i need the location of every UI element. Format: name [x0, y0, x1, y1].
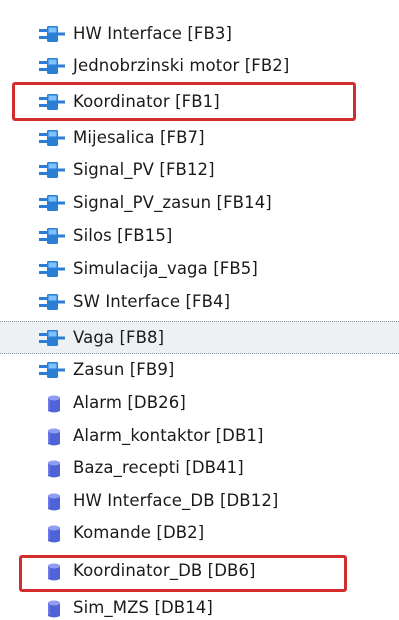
tree-item-baza-recepti-db41[interactable]: Baza_recepti [DB41] — [0, 452, 399, 484]
tree-item-label: Koordinator [FB1] — [73, 92, 220, 111]
data-block-icon — [38, 524, 66, 543]
tree-item-hw-interface-fb3[interactable]: HW Interface [FB3] — [0, 18, 399, 50]
function-block-icon — [38, 25, 66, 43]
tree-item-silos-fb15[interactable]: Silos [FB15] — [0, 220, 399, 252]
function-block-icon — [38, 361, 66, 379]
function-block-icon — [38, 161, 66, 179]
function-block-icon — [38, 227, 66, 245]
tree-item-label: Signal_PV [FB12] — [73, 160, 215, 179]
data-block-icon — [38, 459, 66, 478]
function-block-icon — [38, 57, 66, 75]
tree-item-label: Alarm_kontaktor [DB1] — [73, 426, 264, 445]
tree-item-mijesalica-fb7[interactable]: Mijesalica [FB7] — [0, 122, 399, 154]
tree-item-zasun-fb9[interactable]: Zasun [FB9] — [0, 354, 399, 386]
tree-item-koordinator-db-db6[interactable]: Koordinator_DB [DB6] — [0, 555, 399, 587]
tree-item-simulacija-vaga-fb5[interactable]: Simulacija_vaga [FB5] — [0, 253, 399, 285]
data-block-icon — [38, 394, 66, 413]
tree-item-vaga-fb8[interactable]: Vaga [FB8] — [0, 321, 399, 354]
function-block-icon — [38, 194, 66, 212]
tree-item-komande-db2[interactable]: Komande [DB2] — [0, 517, 399, 549]
tree-item-label: Baza_recepti [DB41] — [73, 458, 244, 477]
tree-item-label: SW Interface [FB4] — [73, 292, 231, 311]
tree-item-alarm-kontaktor-db1[interactable]: Alarm_kontaktor [DB1] — [0, 420, 399, 452]
tree-item-label: Alarm [DB26] — [73, 393, 186, 412]
tree-item-label: Signal_PV_zasun [FB14] — [73, 193, 272, 212]
tree-item-hw-interface-db-db12[interactable]: HW Interface_DB [DB12] — [0, 485, 399, 517]
tree-item-label: Vaga [FB8] — [73, 328, 165, 347]
tree-item-label: Koordinator_DB [DB6] — [73, 561, 256, 580]
tree-item-label: Sim_MZS [DB14] — [73, 598, 213, 617]
function-block-icon — [38, 293, 66, 311]
tree-item-label: Jednobrzinski motor [FB2] — [73, 56, 290, 75]
function-block-icon — [38, 93, 66, 111]
data-block-icon — [38, 427, 66, 446]
tree-item-koordinator-fb1[interactable]: Koordinator [FB1] — [0, 86, 399, 118]
tree-item-sw-interface-fb4[interactable]: SW Interface [FB4] — [0, 286, 399, 318]
tree-item-jednobrzinski-motor-fb2[interactable]: Jednobrzinski motor [FB2] — [0, 50, 399, 82]
tree-item-label: Simulacija_vaga [FB5] — [73, 259, 258, 278]
function-block-icon — [38, 260, 66, 278]
tree-item-label: HW Interface [FB3] — [73, 24, 233, 43]
data-block-icon — [38, 599, 66, 618]
tree-item-alarm-db26[interactable]: Alarm [DB26] — [0, 387, 399, 419]
tree-item-label: Komande [DB2] — [73, 523, 205, 542]
function-block-icon — [38, 129, 66, 147]
tree-item-signal-pv-zasun-fb14[interactable]: Signal_PV_zasun [FB14] — [0, 187, 399, 219]
function-block-icon — [38, 329, 66, 347]
project-tree: HW Interface [FB3] Jednobrzinski motor [… — [0, 0, 399, 620]
tree-item-label: HW Interface_DB [DB12] — [73, 491, 279, 510]
data-block-icon — [38, 492, 66, 511]
tree-item-signal-pv-fb12[interactable]: Signal_PV [FB12] — [0, 154, 399, 186]
tree-item-sim-mzs-db14[interactable]: Sim_MZS [DB14] — [0, 592, 399, 620]
tree-item-label: Zasun [FB9] — [73, 360, 175, 379]
data-block-icon — [38, 562, 66, 581]
tree-item-label: Mijesalica [FB7] — [73, 128, 205, 147]
tree-item-label: Silos [FB15] — [73, 226, 173, 245]
